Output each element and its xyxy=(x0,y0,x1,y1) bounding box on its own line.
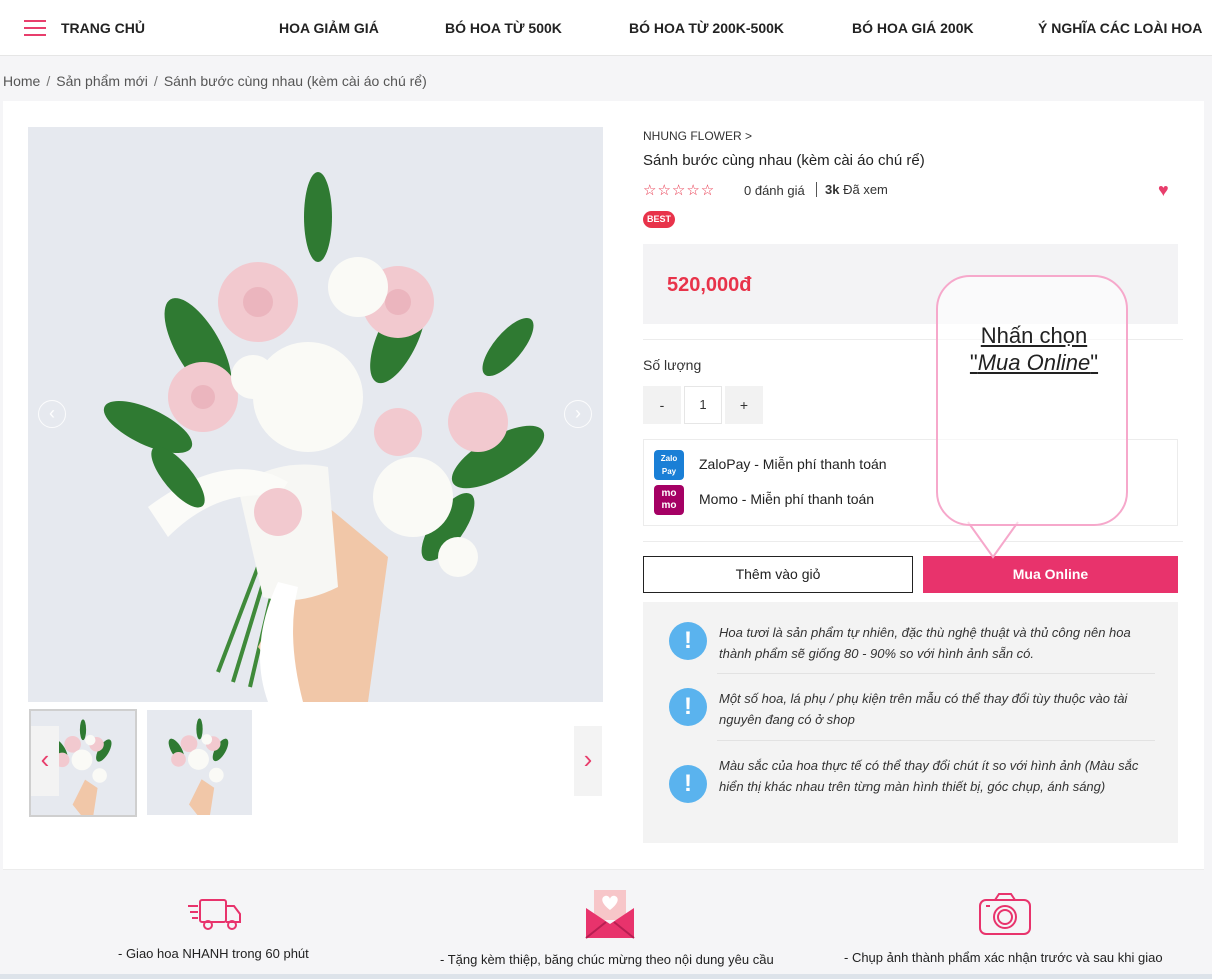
rating-count: 0 đánh giá xyxy=(744,183,805,198)
quantity-input[interactable]: 1 xyxy=(684,386,722,424)
note-text: Một số hoa, lá phụ / phụ kiện trên mẫu c… xyxy=(719,691,1128,727)
breadcrumb-category[interactable]: Sản phẩm mới xyxy=(56,73,148,89)
quantity-decrease-button[interactable]: - xyxy=(643,386,681,424)
hamburger-menu-icon[interactable] xyxy=(24,20,46,36)
nav-item-meaning[interactable]: Ý NGHĨA CÁC LOÀI HOA xyxy=(1038,20,1202,36)
quantity-label: Số lượng xyxy=(643,357,702,373)
product-notes: ! Hoa tươi là sản phẩm tự nhiên, đặc thù… xyxy=(643,602,1178,843)
note-divider xyxy=(717,673,1155,674)
product-title: Sánh bước cùng nhau (kèm cài áo chú rể) xyxy=(643,152,925,169)
bouquet-illustration xyxy=(28,127,603,702)
info-exclamation-icon: ! xyxy=(669,765,707,803)
breadcrumb-current: Sánh bước cùng nhau (kèm cài áo chú rể) xyxy=(163,73,427,89)
features-divider xyxy=(3,869,1204,870)
feature-greeting-card: - Tặng kèm thiệp, băng chúc mừng theo nộ… xyxy=(440,952,774,967)
breadcrumb-home[interactable]: Home xyxy=(3,73,40,89)
wishlist-heart-icon[interactable]: ♥ xyxy=(1158,180,1169,201)
views-number: 3k xyxy=(825,182,840,197)
thumbnail-prev-icon[interactable]: ‹ xyxy=(31,726,59,796)
callout-line1: Nhấn chọn xyxy=(980,323,1088,348)
breadcrumb-separator: / xyxy=(46,73,51,89)
thumbnail-next-icon[interactable]: › xyxy=(574,726,602,796)
feature-fast-delivery: - Giao hoa NHANH trong 60 phút xyxy=(118,946,309,961)
carousel-next-icon[interactable]: › xyxy=(564,400,592,428)
callout-bubble: Nhấn chọn "Mua Online" xyxy=(936,275,1128,526)
nav-item-discount[interactable]: HOA GIẢM GIÁ xyxy=(279,20,379,36)
brand-link[interactable]: NHUNG FLOWER > xyxy=(643,129,752,143)
zalopay-logo-icon: Zalo Pay xyxy=(654,450,684,480)
carousel-prev-icon[interactable]: ‹ xyxy=(38,400,66,428)
product-main-image[interactable] xyxy=(28,127,603,702)
views-label: Đã xem xyxy=(843,182,888,197)
note-text: Màu sắc của hoa thực tế có thể thay đổi … xyxy=(719,758,1139,794)
delivery-truck-icon xyxy=(188,899,241,930)
product-price: 520,000đ xyxy=(667,274,752,296)
note-divider xyxy=(717,740,1155,741)
nav-item-200k[interactable]: BÓ HOA GIÁ 200K xyxy=(852,20,974,36)
bouquet-thumbnail-image xyxy=(147,710,252,815)
quantity-increase-button[interactable]: + xyxy=(725,386,763,424)
momo-logo-icon: mo mo xyxy=(654,485,684,515)
feature-photo-confirm: - Chụp ảnh thành phẩm xác nhận trước và … xyxy=(844,950,1163,965)
top-nav: TRANG CHỦ HOA GIẢM GIÁ BÓ HOA TỪ 500K BÓ… xyxy=(0,0,1212,56)
breadcrumb: Home / Sản phẩm mới / Sánh bước cùng nhau (k… xyxy=(3,73,427,89)
info-exclamation-icon: ! xyxy=(669,688,707,726)
nav-item-200k-500k[interactable]: BÓ HOA TỪ 200K-500K xyxy=(629,20,784,36)
envelope-heart-icon xyxy=(585,890,635,939)
add-to-cart-button[interactable]: Thêm vào giỏ xyxy=(643,556,913,593)
note-text: Hoa tươi là sản phẩm tự nhiên, đặc thù n… xyxy=(719,625,1131,661)
momo-label: Momo - Miễn phí thanh toán xyxy=(699,491,875,507)
nav-item-500k[interactable]: BÓ HOA TỪ 500K xyxy=(445,20,562,36)
bottom-scroll-bar xyxy=(0,974,1212,979)
rating-stars-icon[interactable]: ☆☆☆☆☆ xyxy=(643,181,715,199)
divider xyxy=(643,541,1183,542)
views-count: 3k Đã xem xyxy=(816,182,888,197)
product-thumbnail[interactable] xyxy=(147,710,252,815)
camera-icon xyxy=(979,893,1031,935)
info-exclamation-icon: ! xyxy=(669,622,707,660)
buy-online-button[interactable]: Mua Online xyxy=(923,556,1178,593)
best-badge: BEST xyxy=(643,211,675,228)
nav-home[interactable]: TRANG CHỦ xyxy=(61,20,145,36)
callout-line2: "Mua Online" xyxy=(969,350,1099,375)
breadcrumb-separator: / xyxy=(153,73,158,89)
zalopay-label: ZaloPay - Miễn phí thanh toán xyxy=(699,456,887,472)
callout-text: Nhấn chọn "Mua Online" xyxy=(938,322,1130,376)
